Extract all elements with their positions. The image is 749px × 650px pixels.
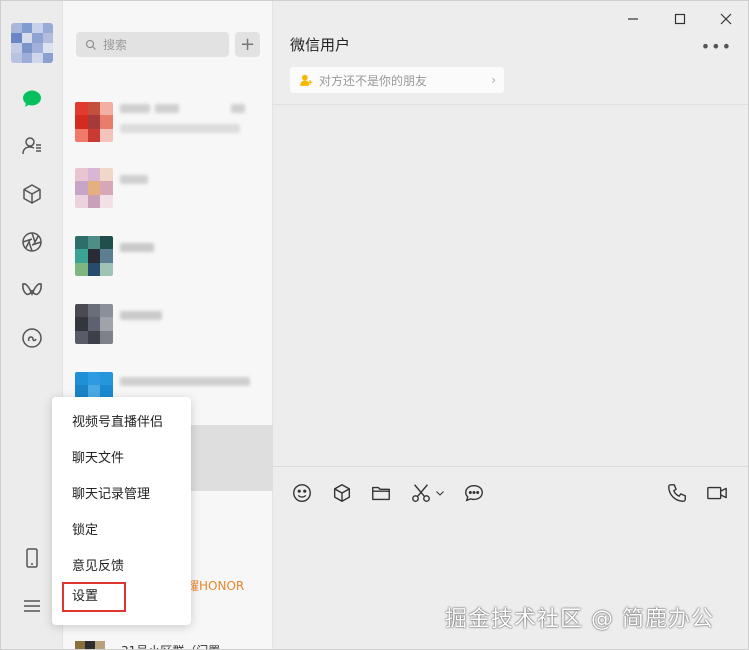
chat-avatar (75, 168, 113, 208)
screenshot-scissors-icon[interactable] (409, 481, 433, 505)
chat-list-item[interactable] (63, 291, 273, 357)
chat-header: 微信用户 ••• 对方还不是你的朋友 › (273, 1, 748, 105)
chat-area: 微信用户 ••• 对方还不是你的朋友 › (273, 1, 748, 649)
menu-item-live-companion[interactable]: 视频号直播伴侣 (72, 411, 163, 430)
chat-title-text: 31号小区群（门置 (121, 642, 220, 649)
add-friend-icon (300, 74, 313, 86)
notice-text: 对方还不是你的朋友 (319, 73, 428, 88)
menu-item-settings[interactable]: 设置 (62, 582, 126, 612)
minimize-icon[interactable] (623, 9, 643, 29)
chat-list-item[interactable] (63, 223, 273, 289)
user-avatar[interactable] (11, 23, 53, 63)
chat-bubble-icon[interactable] (462, 481, 486, 505)
channels-icon[interactable] (18, 276, 46, 304)
wechat-window: + (0, 0, 749, 650)
watermark: 掘金技术社区 @ 简鹿办公 (445, 607, 714, 632)
menu-hamburger-icon[interactable] (18, 592, 46, 620)
chat-list-item[interactable] (63, 155, 273, 221)
more-options-icon[interactable]: ••• (701, 37, 732, 56)
chevron-down-icon[interactable] (433, 481, 447, 505)
chats-icon[interactable] (18, 85, 46, 113)
search-icon (85, 39, 96, 50)
folder-icon[interactable] (369, 481, 393, 505)
menu-item-lock[interactable]: 锁定 (72, 519, 98, 538)
chat-list-item[interactable] (63, 89, 273, 155)
chat-avatar (75, 236, 113, 276)
emoji-icon[interactable] (290, 481, 314, 505)
search-input[interactable] (103, 37, 213, 52)
contacts-icon[interactable] (18, 132, 46, 160)
mini-programs-icon[interactable] (18, 324, 46, 352)
menu-item-chat-files[interactable]: 聊天文件 (72, 447, 124, 466)
favorites-cube-icon[interactable] (18, 180, 46, 208)
chat-avatar (75, 641, 105, 649)
moments-icon[interactable] (18, 228, 46, 256)
chat-avatar (75, 102, 113, 142)
favorites-cube-icon[interactable] (330, 481, 354, 505)
close-icon[interactable] (716, 9, 736, 29)
chat-avatar (75, 304, 113, 344)
settings-popup-menu: 视频号直播伴侣 聊天文件 聊天记录管理 锁定 意见反馈 设置 (52, 397, 191, 625)
maximize-icon[interactable] (670, 9, 690, 29)
phone-device-icon[interactable] (18, 544, 46, 572)
add-chat-button[interactable]: + (235, 32, 260, 57)
not-friend-notice[interactable]: 对方还不是你的朋友 › (290, 67, 504, 93)
search-box[interactable] (76, 32, 229, 57)
voice-call-icon[interactable] (665, 481, 689, 505)
menu-item-feedback[interactable]: 意见反馈 (72, 555, 124, 574)
chevron-right-icon: › (491, 73, 496, 87)
video-call-icon[interactable] (705, 481, 729, 505)
menu-item-chat-history[interactable]: 聊天记录管理 (72, 483, 150, 502)
chat-title: 微信用户 (290, 36, 351, 54)
